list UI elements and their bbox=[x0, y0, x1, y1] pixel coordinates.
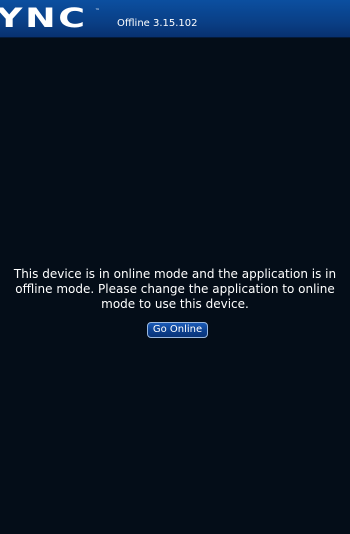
go-online-button[interactable]: Go Online bbox=[147, 322, 208, 338]
version-label: Offline 3.15.102 bbox=[117, 18, 198, 29]
trademark-mark: ™ bbox=[95, 8, 100, 14]
app-logo: YNC bbox=[0, 3, 88, 34]
main-content: This device is in online mode and the ap… bbox=[0, 38, 350, 534]
mode-mismatch-message: This device is in online mode and the ap… bbox=[13, 267, 337, 311]
app-header: YNC ™ Offline 3.15.102 bbox=[0, 0, 350, 38]
